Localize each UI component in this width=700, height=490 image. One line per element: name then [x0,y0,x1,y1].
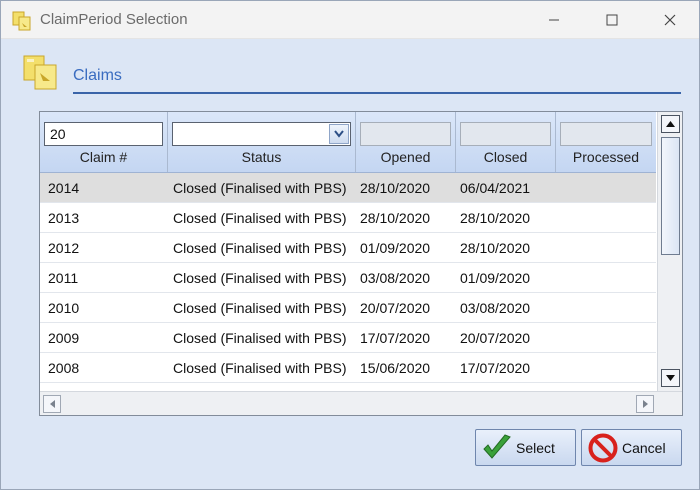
table-row[interactable]: 2009 Closed (Finalised with PBS) 17/07/2… [40,323,656,353]
opened-cell: 17/07/2020 [360,330,431,346]
cancel-button[interactable]: Cancel [581,429,682,466]
opened-cell: 28/10/2020 [360,210,431,226]
scroll-right-button[interactable] [636,395,654,413]
close-icon [664,14,676,26]
arrow-right-icon [642,400,648,408]
grid-rows: 2014 Closed (Finalised with PBS) 28/10/2… [40,173,656,383]
closed-cell: 20/07/2020 [460,330,531,346]
scroll-up-button[interactable] [661,115,680,133]
status-cell: Closed (Finalised with PBS) [173,180,347,196]
closed-cell: 17/07/2020 [460,360,531,376]
claim-number-cell: 2008 [48,360,80,376]
claim-number-cell: 2014 [48,180,80,196]
maximize-icon [606,14,618,26]
checkmark-icon [483,434,511,459]
status-filter-dropdown[interactable] [172,122,351,146]
closed-cell: 06/04/2021 [460,180,531,196]
title-bar[interactable]: ClaimPeriod Selection [1,1,699,39]
vertical-scroll-thumb[interactable] [661,137,680,255]
column-opened[interactable]: Opened [356,112,456,172]
claim-number-cell: 2010 [48,300,80,316]
status-cell: Closed (Finalised with PBS) [173,360,347,376]
closed-filter-disabled [460,122,551,146]
dialog-window: ClaimPeriod Selection Claims Claim # [0,0,700,490]
table-row[interactable]: 2014 Closed (Finalised with PBS) 28/10/2… [40,173,656,203]
status-cell: Closed (Finalised with PBS) [173,330,347,346]
table-row[interactable]: 2011 Closed (Finalised with PBS) 03/08/2… [40,263,656,293]
arrow-left-icon [49,400,55,408]
opened-cell: 03/08/2020 [360,270,431,286]
claim-number-cell: 2013 [48,210,80,226]
status-cell: Closed (Finalised with PBS) [173,210,347,226]
arrow-up-icon [666,121,675,127]
section-divider [73,92,681,94]
column-header-label: Status [241,149,282,165]
opened-filter-disabled [360,122,451,146]
column-status[interactable]: Status [168,112,356,172]
status-cell: Closed (Finalised with PBS) [173,300,347,316]
table-row[interactable]: 2010 Closed (Finalised with PBS) 20/07/2… [40,293,656,323]
table-row[interactable]: 2012 Closed (Finalised with PBS) 01/09/2… [40,233,656,263]
select-button-label: Select [516,440,555,456]
closed-cell: 03/08/2020 [460,300,531,316]
opened-cell: 01/09/2020 [360,240,431,256]
claim-number-cell: 2009 [48,330,80,346]
dropdown-arrow-button[interactable] [329,124,349,144]
close-button[interactable] [647,1,693,39]
claim-number-filter-input[interactable] [44,122,163,146]
closed-cell: 28/10/2020 [460,210,531,226]
grid-header: Claim # Status Opened Closed Pro [40,112,656,173]
closed-cell: 28/10/2020 [460,240,531,256]
column-header-label: Processed [572,149,640,165]
opened-cell: 20/07/2020 [360,300,431,316]
arrow-down-icon [666,375,675,381]
status-cell: Closed (Finalised with PBS) [173,270,347,286]
opened-cell: 28/10/2020 [360,180,431,196]
column-closed[interactable]: Closed [456,112,556,172]
opened-cell: 15/06/2020 [360,360,431,376]
column-header-label: Opened [380,149,431,165]
window-title: ClaimPeriod Selection [40,11,188,28]
section-title: Claims [73,67,122,84]
claim-number-cell: 2012 [48,240,80,256]
claims-folders-icon [23,55,57,90]
column-processed[interactable]: Processed [556,112,656,172]
processed-filter-disabled [560,122,652,146]
status-cell: Closed (Finalised with PBS) [173,240,347,256]
claims-grid[interactable]: Claim # Status Opened Closed Pro [39,111,683,416]
scroll-left-button[interactable] [43,395,61,413]
column-header-label: Claim # [79,149,128,165]
cancel-button-label: Cancel [622,440,666,456]
vertical-scrollbar[interactable] [657,112,682,391]
chevron-down-icon [334,130,344,138]
column-header-label: Closed [483,149,528,165]
claim-number-cell: 2011 [48,270,79,286]
table-row[interactable]: 2013 Closed (Finalised with PBS) 28/10/2… [40,203,656,233]
table-row[interactable]: 2008 Closed (Finalised with PBS) 15/06/2… [40,353,656,383]
column-claim-number[interactable]: Claim # [40,112,168,172]
select-button[interactable]: Select [475,429,576,466]
app-folders-icon [12,11,31,31]
minimize-button[interactable] [531,1,577,39]
closed-cell: 01/09/2020 [460,270,531,286]
horizontal-scrollbar[interactable] [40,391,682,415]
maximize-button[interactable] [589,1,635,39]
scroll-down-button[interactable] [661,369,680,387]
minimize-icon [549,19,559,21]
no-entry-icon [588,433,618,463]
